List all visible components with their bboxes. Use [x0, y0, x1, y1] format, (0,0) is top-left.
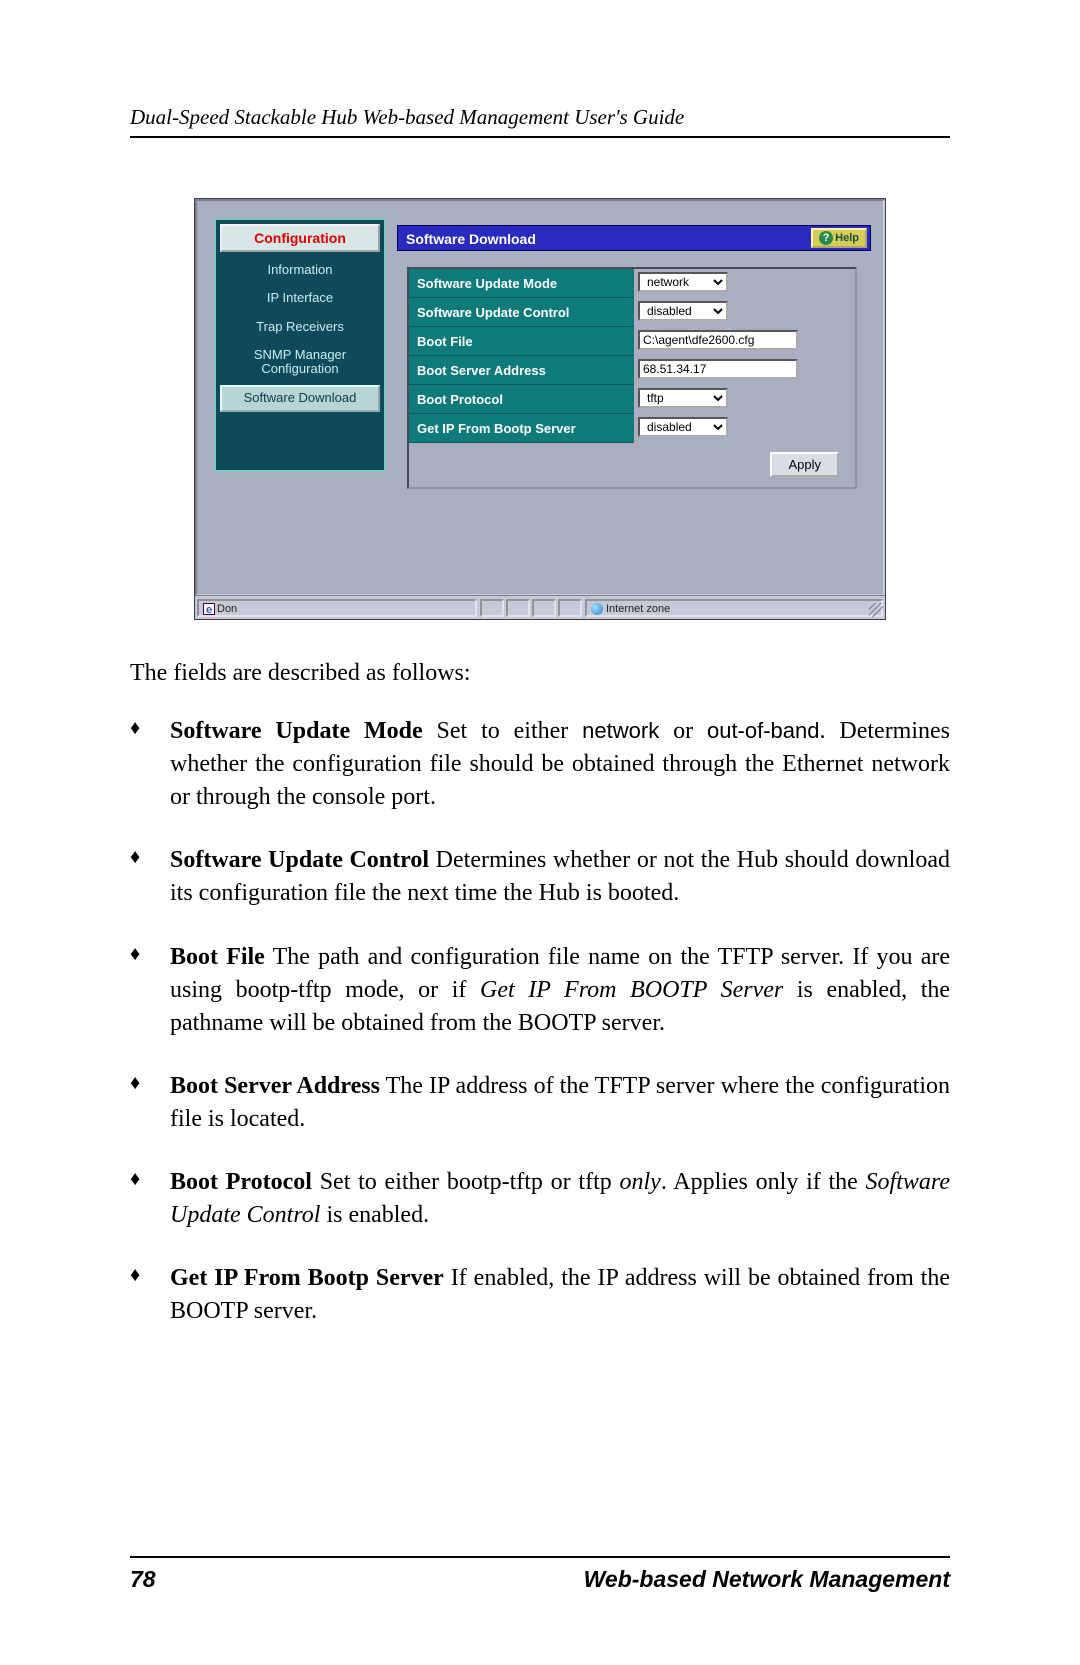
intro-text: The fields are described as follows: [130, 660, 950, 687]
label-software-update-mode: Software Update Mode [409, 269, 634, 298]
status-left: Don [197, 599, 477, 617]
term: Boot File [170, 944, 265, 970]
footer-section: Web-based Network Management [584, 1566, 950, 1593]
label-boot-file: Boot File [409, 327, 634, 356]
sidebar-item-trap-receivers[interactable]: Trap Receivers [216, 313, 384, 341]
row-software-update-control: Software Update Control disabled [409, 298, 855, 327]
screenshot-container: Configuration Information IP Interface T… [194, 198, 886, 620]
input-boot-file[interactable] [638, 330, 798, 350]
term: Software Update Mode [170, 718, 423, 744]
select-software-update-control[interactable]: disabled [638, 301, 728, 321]
sidebar-item-software-download[interactable]: Software Download [220, 385, 380, 411]
help-label: Help [835, 232, 859, 244]
text: or [659, 718, 707, 744]
sidebar-title: Configuration [220, 224, 380, 252]
select-software-update-mode[interactable]: network [638, 272, 728, 292]
resize-grip-icon [869, 603, 883, 617]
text: Set to either [423, 718, 583, 744]
globe-icon [591, 603, 603, 615]
term: Boot Protocol [170, 1169, 312, 1195]
status-left-text: Don [217, 603, 237, 615]
bullet-software-update-mode: Software Update Mode Set to either netwo… [170, 715, 950, 814]
term: Get IP From Bootp Server [170, 1265, 444, 1291]
status-zone-text: Internet zone [606, 603, 670, 615]
row-boot-file: Boot File [409, 327, 855, 356]
sidebar-item-snmp-manager[interactable]: SNMP Manager Configuration [216, 341, 384, 384]
sidebar-item-ip-interface[interactable]: IP Interface [216, 284, 384, 312]
italic-text: only [619, 1169, 660, 1195]
field-list: Software Update Mode Set to either netwo… [130, 715, 950, 1329]
code-text: network [582, 718, 659, 743]
bullet-boot-file: Boot File The path and configuration fil… [170, 941, 950, 1040]
label-boot-protocol: Boot Protocol [409, 385, 634, 414]
config-sidebar: Configuration Information IP Interface T… [215, 219, 385, 471]
bullet-get-ip-bootp: Get IP From Bootp Server If enabled, the… [170, 1262, 950, 1328]
code-text: out-of-band [707, 718, 820, 743]
row-boot-protocol: Boot Protocol tftp [409, 385, 855, 414]
status-seg-4 [558, 599, 582, 617]
select-boot-protocol[interactable]: tftp [638, 388, 728, 408]
status-seg-2 [506, 599, 530, 617]
help-button[interactable]: ?Help [811, 228, 867, 248]
select-get-ip-bootp[interactable]: disabled [638, 417, 728, 437]
text: is enabled. [320, 1202, 429, 1228]
page-footer: 78 Web-based Network Management [130, 1556, 950, 1593]
bullet-boot-server-address: Boot Server Address The IP address of th… [170, 1070, 950, 1136]
panel-title-text: Software Download [406, 231, 536, 247]
row-boot-server-address: Boot Server Address [409, 356, 855, 385]
text: Set to either bootp-tftp or tftp [312, 1169, 620, 1195]
bullet-boot-protocol: Boot Protocol Set to either bootp-tftp o… [170, 1166, 950, 1232]
status-seg-1 [480, 599, 504, 617]
status-zone: Internet zone [585, 599, 883, 617]
page-header: Dual-Speed Stackable Hub Web-based Manag… [130, 105, 950, 138]
label-boot-server-address: Boot Server Address [409, 356, 634, 385]
input-boot-server-address[interactable] [638, 359, 798, 379]
bullet-software-update-control: Software Update Control Determines wheth… [170, 844, 950, 910]
panel-title-bar: Software Download ?Help [397, 225, 871, 251]
status-bar: Don Internet zone [195, 595, 885, 619]
row-software-update-mode: Software Update Mode network [409, 269, 855, 298]
help-icon: ? [819, 231, 833, 245]
apply-button[interactable]: Apply [770, 452, 839, 477]
ie-icon [203, 603, 215, 615]
text: . Applies only if the [661, 1169, 866, 1195]
term: Software Update Control [170, 847, 429, 873]
screenshot-body: Configuration Information IP Interface T… [195, 199, 885, 596]
row-get-ip-bootp: Get IP From Bootp Server disabled [409, 414, 855, 443]
sidebar-item-information[interactable]: Information [216, 256, 384, 284]
term: Boot Server Address [170, 1073, 380, 1099]
status-seg-3 [532, 599, 556, 617]
italic-text: Get IP From BOOTP Server [480, 977, 783, 1003]
label-get-ip-bootp: Get IP From Bootp Server [409, 414, 634, 443]
page-number: 78 [130, 1566, 156, 1593]
form-panel: Software Update Mode network Software Up… [407, 267, 857, 489]
label-software-update-control: Software Update Control [409, 298, 634, 327]
